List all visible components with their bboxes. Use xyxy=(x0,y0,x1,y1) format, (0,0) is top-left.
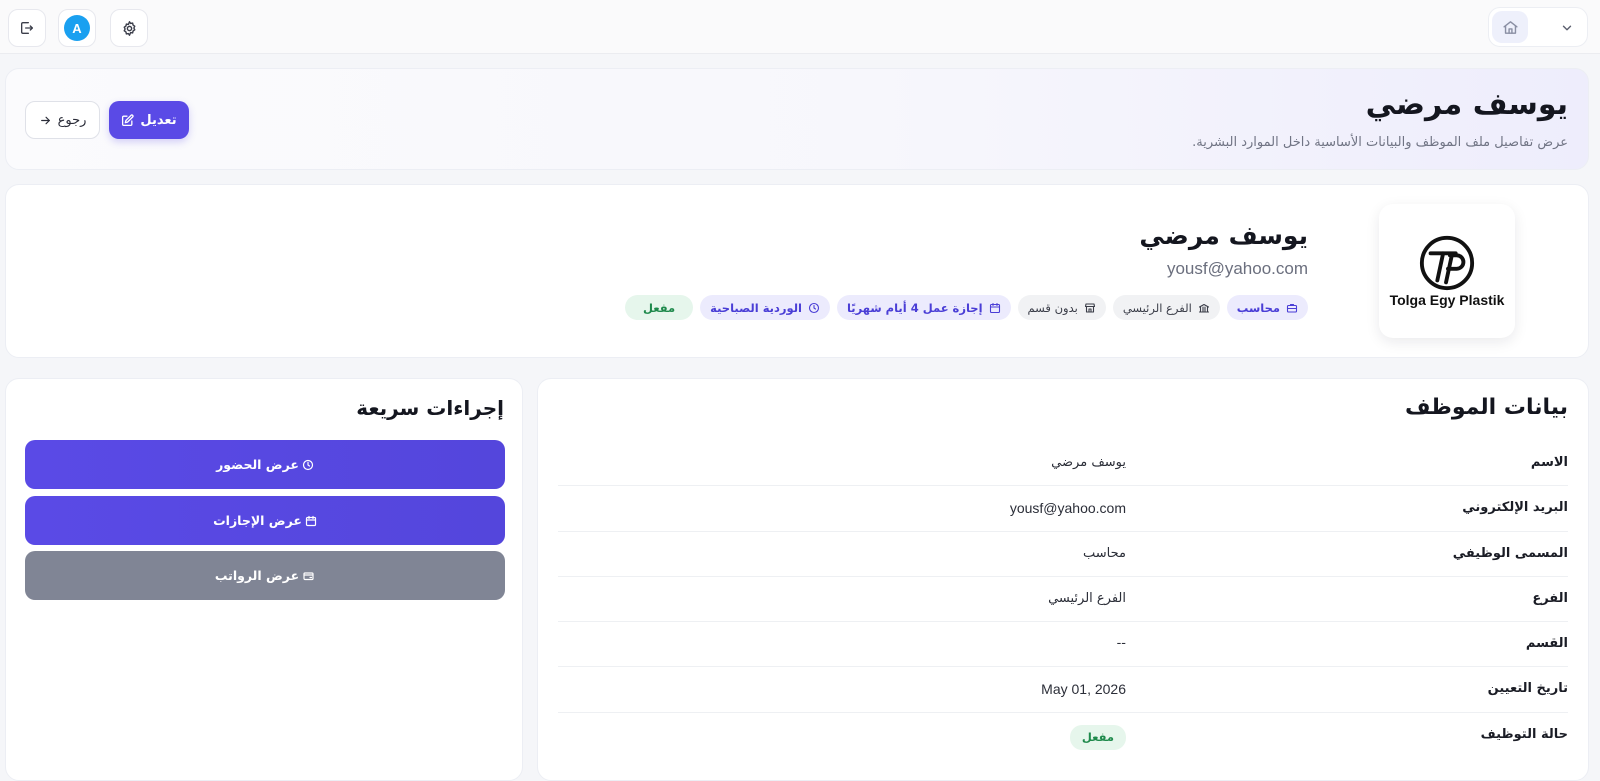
detail-label: البريد الإلكتروني xyxy=(1462,500,1568,516)
page-header: يوسف مرضي عرض تفاصيل ملف الموظف والبيانا… xyxy=(5,68,1589,170)
view-salaries-button[interactable]: عرض الرواتب xyxy=(25,551,505,600)
logout-icon xyxy=(21,22,33,34)
dropdown-toggle[interactable] xyxy=(1557,18,1577,38)
status-chip-label: مفعل xyxy=(642,300,676,315)
department-chip-label: بدون قسم xyxy=(1027,300,1078,315)
detail-value: -- xyxy=(1116,636,1126,652)
calendar-icon xyxy=(305,515,317,526)
navigation-dropdown[interactable] xyxy=(1488,7,1588,47)
clock-icon xyxy=(302,459,314,470)
view-leaves-button[interactable]: عرض الإجازات xyxy=(25,496,505,545)
edit-button-label: تعديل xyxy=(140,112,177,128)
settings-icon xyxy=(123,20,135,36)
top-bar: A xyxy=(0,0,1600,54)
profile-chips: محاسب الفرع الرئيسي بدون قسم إجازة عمل 4… xyxy=(624,295,1308,320)
settings-button[interactable] xyxy=(110,9,148,47)
detail-row-branch: الفرع الفرع الرئيسي xyxy=(558,577,1568,623)
user-menu-button[interactable]: A xyxy=(58,9,96,47)
arrow-right-icon xyxy=(40,116,50,124)
branch-chip-label: الفرع الرئيسي xyxy=(1122,300,1192,315)
view-salaries-label: عرض الرواتب xyxy=(214,568,300,583)
store-icon xyxy=(1084,302,1095,313)
details-title: بيانات الموظف xyxy=(1404,395,1568,420)
detail-label: الاسم xyxy=(1530,455,1568,470)
detail-row-hire-date: تاريخ التعيين May 01, 2026 xyxy=(558,667,1568,713)
detail-value: May 01, 2026 xyxy=(1041,681,1126,698)
page-title: يوسف مرضي xyxy=(1365,87,1568,122)
status-badge: مفعل xyxy=(1069,724,1126,750)
company-name: Tolga Egy Plastik xyxy=(1389,292,1505,308)
briefcase-icon xyxy=(1286,303,1298,313)
detail-label: تاريخ التعيين xyxy=(1487,681,1568,697)
detail-value: الفرع الرئيسي xyxy=(1048,590,1126,606)
detail-value: yousf@yahoo.com xyxy=(1009,500,1126,517)
department-chip: بدون قسم xyxy=(1017,295,1106,320)
detail-row-name: الاسم يوسف مرضي xyxy=(558,441,1568,487)
details-list: الاسم يوسف مرضي البريد الإلكتروني yousf@… xyxy=(558,441,1568,758)
detail-label: المسمى الوظيفي xyxy=(1452,545,1568,561)
company-logo: Tolga Egy Plastik xyxy=(1379,204,1515,338)
employee-email: yousf@yahoo.com xyxy=(1166,259,1308,278)
branch-chip: الفرع الرئيسي xyxy=(1112,295,1220,320)
home-button[interactable] xyxy=(1492,11,1528,43)
detail-value: يوسف مرضي xyxy=(1051,455,1126,470)
edit-button[interactable]: تعديل xyxy=(109,101,189,139)
company-logo-icon xyxy=(1419,235,1475,291)
shift-chip-label: الوردية الصباحية xyxy=(710,300,802,315)
clock-icon xyxy=(808,302,820,313)
leave-chip: إجازة عمل 4 أيام شهريًا xyxy=(836,295,1011,320)
employee-name: يوسف مرضي xyxy=(1139,221,1308,250)
view-leaves-label: عرض الإجازات xyxy=(213,513,302,528)
chevron-down-icon xyxy=(1562,25,1572,31)
calendar-icon xyxy=(989,302,1000,313)
shift-chip: الوردية الصباحية xyxy=(700,295,830,320)
leave-chip-label: إجازة عمل 4 أيام شهريًا xyxy=(846,300,983,315)
detail-row-department: القسم -- xyxy=(558,622,1568,668)
avatar: A xyxy=(64,15,90,41)
back-button[interactable]: رجوع xyxy=(25,101,100,139)
job-chip-label: محاسب xyxy=(1236,300,1280,315)
detail-label: الفرع xyxy=(1532,590,1568,606)
quick-actions-card: إجراءات سريعة عرض الحضور عرض الإجازات عر… xyxy=(5,378,523,781)
logout-button[interactable] xyxy=(8,9,46,47)
detail-row-email: البريد الإلكتروني yousf@yahoo.com xyxy=(558,486,1568,532)
employee-details-card: بيانات الموظف الاسم يوسف مرضي البريد الإ… xyxy=(537,378,1589,781)
detail-value: محاسب xyxy=(1083,545,1126,561)
wallet-icon xyxy=(303,571,314,580)
detail-row-job-title: المسمى الوظيفي محاسب xyxy=(558,532,1568,577)
quick-actions-title: إجراءات سريعة xyxy=(356,396,504,420)
page-subtitle: عرض تفاصيل ملف الموظف والبيانات الأساسية… xyxy=(1192,135,1568,150)
detail-label: حالة التوظيف xyxy=(1480,726,1568,742)
status-chip: مفعل xyxy=(624,295,694,320)
back-button-label: رجوع xyxy=(57,112,87,128)
detail-label: القسم xyxy=(1525,636,1568,652)
view-attendance-label: عرض الحضور xyxy=(216,457,299,472)
edit-icon xyxy=(122,113,135,126)
view-attendance-button[interactable]: عرض الحضور xyxy=(25,440,505,489)
building-icon xyxy=(1198,303,1209,313)
detail-row-status: حالة التوظيف مفعل xyxy=(558,713,1568,758)
profile-card: Tolga Egy Plastik يوسف مرضي yousf@yahoo.… xyxy=(5,184,1589,358)
job-chip: محاسب xyxy=(1226,295,1308,320)
home-icon xyxy=(1502,20,1518,34)
